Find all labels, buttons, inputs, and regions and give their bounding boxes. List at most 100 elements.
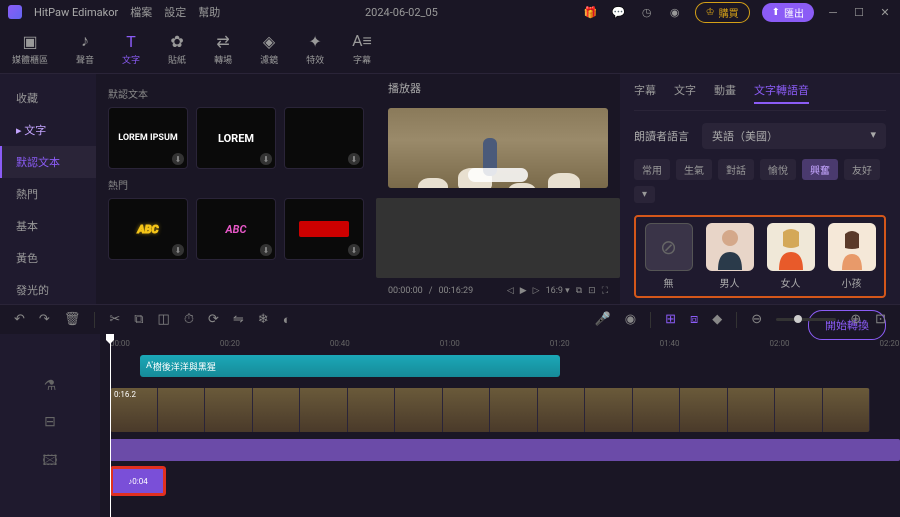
zoom-out-icon[interactable]: ⊖ (751, 312, 762, 327)
upgrade-button[interactable]: ♔購買 (695, 2, 750, 23)
sidebar-text-header[interactable]: ▸ 文字 (0, 114, 96, 146)
chat-icon[interactable]: 💬 (611, 4, 627, 20)
audio-clip[interactable] (110, 439, 900, 461)
tool-subtitle[interactable]: A≡字幕 (352, 31, 372, 66)
gift-icon[interactable]: 🎁 (583, 4, 599, 20)
chip-common[interactable]: 常用 (634, 159, 670, 180)
preview-panel: 播放器 00:00:00/00:16:29 ◁ ▶ ▷ 16:9 ▾ ⧉ ⊡ ⛶ (376, 74, 620, 304)
template-abc-pink[interactable]: ABC⬇ (196, 198, 276, 260)
tool-sticker[interactable]: ✿貼紙 (168, 32, 186, 66)
tool-text[interactable]: T文字 (122, 32, 140, 66)
chip-dialog[interactable]: 對話 (718, 159, 754, 180)
marker-icon[interactable]: ◆ (712, 312, 722, 327)
voice-child[interactable]: 小孩 (825, 223, 878, 290)
project-date: 2024-06-02_05 (365, 6, 438, 19)
chip-more[interactable]: ▾ (634, 186, 655, 203)
download-icon[interactable]: ⬇ (172, 153, 184, 165)
chip-excited[interactable]: 興奮 (802, 159, 838, 180)
snap-icon[interactable]: ⊞ (665, 312, 676, 327)
speed-icon[interactable]: ⏱ (184, 312, 194, 327)
mic-icon[interactable]: 🎤 (595, 312, 611, 327)
cut-icon[interactable]: ✂ (109, 312, 120, 327)
chip-happy[interactable]: 愉悅 (760, 159, 796, 180)
fit-icon[interactable]: ⊡ (875, 312, 886, 327)
sidebar-item-basic[interactable]: 基本 (0, 210, 96, 242)
voice-none[interactable]: ⊘無 (642, 223, 695, 290)
playhead[interactable] (110, 334, 111, 517)
time-ruler[interactable]: 00:0000:2000:4001:0001:2001:4002:0002:20 (100, 334, 900, 352)
voice-woman[interactable]: 女人 (764, 223, 817, 290)
tool-effect[interactable]: ✦特效 (306, 32, 324, 66)
mask-icon[interactable]: ◐ (283, 312, 291, 328)
download-icon[interactable]: ⬇ (348, 244, 360, 256)
sidebar-favorites[interactable]: 收藏 (0, 82, 96, 114)
crop-icon[interactable]: ⧉ (576, 286, 582, 296)
template-abc-outline[interactable]: ABC⬇ (108, 198, 188, 260)
maximize-icon[interactable]: ☐ (852, 5, 866, 19)
template-lorem-ipsum[interactable]: LOREM IPSUM⬇ (108, 107, 188, 169)
tool-filter[interactable]: ◈濾鏡 (260, 32, 278, 66)
sidebar-item-default[interactable]: 默認文本 (0, 146, 96, 178)
mirror-icon[interactable]: ⇋ (233, 312, 244, 327)
zoom-in-icon[interactable]: ⊕ (850, 312, 861, 327)
download-icon[interactable]: ⬇ (260, 244, 272, 256)
record-icon[interactable]: ◉ (625, 312, 636, 327)
sidebar-item-glow[interactable]: 發光的 (0, 274, 96, 306)
preview-video[interactable] (388, 108, 608, 188)
prev-frame-icon[interactable]: ◁ (507, 286, 514, 296)
video-clip[interactable]: 0:16.2 (110, 388, 870, 432)
user-icon[interactable]: ◉ (667, 4, 683, 20)
menu-file[interactable]: 檔案 (130, 4, 152, 20)
tool-transition[interactable]: ⇄轉場 (214, 32, 232, 66)
tab-tts[interactable]: 文字轉語音 (754, 82, 809, 104)
download-icon[interactable]: ⬇ (172, 244, 184, 256)
freeze-icon[interactable]: ❄ (258, 312, 269, 327)
track-lock-icon[interactable]: ⊟ (44, 414, 56, 430)
link-icon[interactable]: ⧈ (690, 312, 698, 327)
menu-help[interactable]: 幫助 (198, 4, 220, 20)
timeline-tracks[interactable]: 00:0000:2000:4001:0001:2001:4002:0002:20… (100, 334, 900, 517)
tab-subtitle[interactable]: 字幕 (634, 82, 656, 104)
tts-audio-clip[interactable]: ♪ 0:04 (110, 466, 166, 496)
template-lorem[interactable]: LOREM⬇ (196, 107, 276, 169)
tab-text[interactable]: 文字 (674, 82, 696, 104)
template-blank[interactable]: ⬇ (284, 107, 364, 169)
clock-icon[interactable]: ◷ (639, 4, 655, 20)
text-clip[interactable]: A' 樹後洋洋與黑猩 (140, 355, 560, 377)
tool-media[interactable]: ▣媒體櫃區 (12, 32, 48, 66)
tool-audio[interactable]: ♪聲音 (76, 31, 94, 66)
track-image-icon[interactable]: 🖾 (42, 450, 57, 474)
chip-angry[interactable]: 生氣 (676, 159, 712, 180)
sidebar-item-yellow[interactable]: 黃色 (0, 242, 96, 274)
track-filter-icon[interactable]: ⚗ (44, 378, 57, 394)
next-frame-icon[interactable]: ▷ (533, 286, 540, 296)
voice-man[interactable]: 男人 (703, 223, 756, 290)
undo-icon[interactable]: ↶ (14, 312, 25, 327)
lang-select[interactable]: 英語（美國）▾ (702, 123, 886, 149)
app-name: HitPaw Edimakor (34, 6, 118, 19)
delete-icon[interactable]: 🗑 (64, 312, 81, 327)
zoom-slider[interactable] (776, 318, 836, 321)
aspect-ratio[interactable]: 16:9 ▾ (546, 286, 570, 296)
download-icon[interactable]: ⬇ (260, 153, 272, 165)
template-youtube[interactable]: ⬇ (284, 198, 364, 260)
templates-panel: 默認文本 LOREM IPSUM⬇ LOREM⬇ ⬇ 熱門 ABC⬇ ABC⬇ … (96, 74, 376, 304)
sidebar-item-popular[interactable]: 熱門 (0, 178, 96, 210)
close-icon[interactable]: ✕ (878, 5, 892, 19)
snapshot-icon[interactable]: ⊡ (588, 286, 596, 296)
redo-icon[interactable]: ↷ (39, 312, 50, 327)
minimize-icon[interactable]: ─ (826, 5, 840, 19)
menu-settings[interactable]: 設定 (164, 4, 186, 20)
fullscreen-icon[interactable]: ⛶ (602, 286, 608, 296)
lang-label: 朗讀者語言 (634, 128, 694, 144)
rotate-icon[interactable]: ⟳ (208, 312, 219, 327)
copy-icon[interactable]: ⧉ (134, 312, 143, 327)
chip-friendly[interactable]: 友好 (844, 159, 880, 180)
tab-anim[interactable]: 動畫 (714, 82, 736, 104)
none-icon: ⊘ (660, 235, 677, 259)
crop-icon[interactable]: ◫ (158, 312, 170, 327)
download-icon[interactable]: ⬇ (348, 153, 360, 165)
export-button[interactable]: ⬆匯出 (762, 3, 814, 22)
preview-seek-slider[interactable] (376, 198, 620, 278)
play-icon[interactable]: ▶ (520, 286, 527, 296)
